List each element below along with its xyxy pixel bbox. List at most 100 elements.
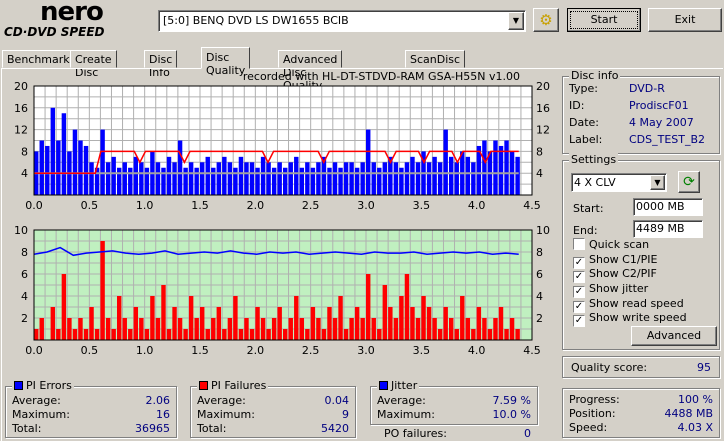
tab-benchmark[interactable]: Benchmark (2, 50, 75, 68)
tab-create-disc[interactable]: Create Disc (70, 50, 117, 79)
eject-icon[interactable]: ⚙ (533, 8, 559, 32)
pif-bar (388, 307, 393, 340)
chevron-down-icon[interactable]: ▼ (508, 12, 524, 30)
pie-bar (244, 162, 249, 195)
pie-bar (133, 156, 139, 195)
jitter-group: Jitter Average: 7.59 % Maximum: 10.0 % (370, 379, 538, 425)
pif-bar (172, 307, 177, 340)
pif-bar (222, 329, 227, 340)
pif-bar (122, 318, 127, 340)
pif-bar (426, 307, 432, 340)
advanced-button[interactable]: Advanced (631, 326, 717, 346)
pif-bar (465, 318, 471, 340)
pif-bar (72, 329, 78, 340)
start-label: Start: (573, 202, 604, 215)
pi-errors-row: Maximum: 16 (12, 408, 170, 422)
pie-bar (449, 156, 454, 195)
checkbox-show-c1-pie[interactable]: ✓ Show C1/PIE (573, 253, 657, 269)
pie-bar (299, 167, 305, 195)
x-tick-label: 3.5 (413, 199, 431, 212)
pie-bar (200, 162, 205, 195)
end-input[interactable]: 4489 MB (633, 220, 703, 238)
x-tick-label: 1.5 (191, 344, 209, 357)
pi-failures-key: Average: (197, 394, 246, 407)
pi-errors-color-icon (14, 381, 23, 390)
drive-select[interactable]: [5:0] BENQ DVD LS DW1655 BCIB ▼ (158, 10, 526, 32)
pie-bar (61, 113, 67, 195)
tab-advanced-disc-quality[interactable]: Advanced Disc Quality (278, 50, 343, 92)
pi-failures-row: Total: 5420 (197, 422, 349, 436)
pie-bar (399, 167, 404, 195)
disc-info-title: Disc info (569, 69, 621, 82)
checkbox-label: Show write speed (589, 311, 687, 324)
y-tick-label-right: 16 (536, 102, 550, 115)
refresh-icon[interactable]: ⟳ (678, 171, 700, 193)
pie-bar (283, 167, 288, 195)
start-value: 0000 MB (636, 200, 685, 213)
checkbox-box[interactable]: ✓ (573, 315, 585, 327)
pif-bar (343, 329, 349, 340)
pie-bar (288, 162, 293, 195)
y-tick-label-right: 2 (536, 312, 543, 325)
start-button[interactable]: Start (567, 8, 641, 32)
pif-bar (410, 307, 415, 340)
pie-bar (338, 167, 343, 195)
checkbox-quick-scan[interactable]: Quick scan (573, 238, 649, 252)
disc-info-row: ID: ProdiscF01 (569, 99, 713, 113)
pif-bar (194, 318, 199, 340)
chevron-down-icon[interactable]: ▼ (650, 175, 665, 190)
tab-disc-info[interactable]: Disc Info (144, 50, 178, 79)
pie-bar (515, 156, 520, 195)
speed-select[interactable]: 4 X CLV ▼ (571, 173, 667, 192)
pif-bar (117, 296, 122, 340)
pie-bar (354, 167, 360, 195)
y-tick-label-right: 8 (536, 145, 543, 158)
pif-bar (249, 329, 255, 340)
x-tick-label: 4.5 (523, 199, 541, 212)
pif-bar (166, 329, 172, 340)
pi-failures-value: 9 (342, 408, 349, 421)
pie-bar (205, 156, 210, 195)
pif-bar (327, 307, 332, 340)
pie-bar (415, 162, 421, 195)
disc-info-row: Type: DVD-R (569, 82, 713, 96)
checkbox-label: Show read speed (589, 297, 684, 310)
pie-bar (188, 162, 194, 195)
pi-failures-row: Average: 0.04 (197, 394, 349, 408)
pif-bar (50, 307, 56, 340)
tab-label: Disc Quality (206, 51, 246, 77)
pie-bar (371, 162, 376, 195)
checkbox-show-read-speed[interactable]: ✓ Show read speed (573, 297, 684, 313)
pif-bar (294, 296, 299, 340)
jitter-value: 10.0 % (492, 408, 531, 421)
tab-scandisc[interactable]: ScanDisc (405, 50, 466, 68)
disc-quality-charts: recorded with HL-DT-STDVD-RAM GSA-H55N v… (14, 70, 550, 357)
pif-bar (177, 318, 183, 340)
start-input[interactable]: 0000 MB (633, 198, 703, 216)
tab-disc-quality[interactable]: Disc Quality (201, 47, 251, 77)
disc-info-key: Type: (569, 82, 598, 95)
pif-bar (332, 318, 338, 340)
pif-bar (476, 307, 482, 340)
checkbox-show-jitter[interactable]: ✓ Show jitter (573, 282, 648, 298)
disc-info-key: Date: (569, 116, 599, 129)
checkbox-box[interactable] (573, 238, 585, 250)
disc-info-group: Disc info Type: DVD-R ID: ProdiscF01 Date: 4 … (562, 69, 720, 154)
pie-bar (172, 162, 177, 195)
pif-bar (244, 318, 249, 340)
pif-bar (233, 296, 238, 340)
pif-bar (432, 318, 437, 340)
checkbox-show-write-speed[interactable]: ✓ Show write speed (573, 311, 687, 327)
pi-errors-group: PI Errors Average: 2.06 Maximum: 16 Total: 36… (5, 379, 177, 438)
disc-info-key: ID: (569, 99, 585, 112)
pif-bar (371, 318, 376, 340)
progress-value: 4.03 X (677, 421, 713, 434)
x-tick-label: 1.5 (191, 199, 209, 212)
exit-button[interactable]: Exit (648, 8, 722, 32)
pif-bar (188, 296, 194, 340)
pi-failures-group: PI Failures Average: 0.04 Maximum: 9 Total: 5… (190, 379, 356, 438)
disc-info-value: DVD-R (629, 82, 665, 95)
pie-bar (432, 156, 437, 195)
checkbox-show-c2-pif[interactable]: ✓ Show C2/PIF (573, 267, 657, 283)
pif-bar (155, 318, 161, 340)
